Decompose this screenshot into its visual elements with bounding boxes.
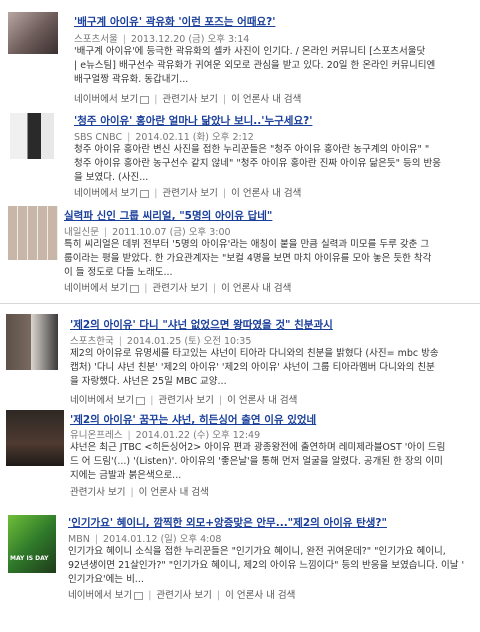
snippet-line: 을 보였다. (사진...	[74, 172, 149, 183]
news-date: 2013.12.20 (금) 오후 3:14	[130, 34, 250, 45]
related-articles-link[interactable]: 관련기사 보기	[152, 283, 207, 294]
album-cover-label: MAY IS DAY	[10, 555, 49, 562]
news-source: MBN	[68, 534, 90, 545]
news-links: 네이버에서 보기 | 관련기사 보기 | 이 언론사 내 검색	[70, 395, 298, 406]
news-snippet: '배구계 아이유'에 등극한 곽유화의 셀카 사진이 인기다. / 온라인 커뮤…	[74, 45, 435, 87]
news-snippet: 특히 씨리얼은 데뷔 전부터 '5명의 아이유'라는 애칭이 붙을 만큼 실력과…	[64, 238, 431, 280]
news-date: 2014.01.12 (일) 오후 4:08	[103, 534, 222, 545]
news-title-link[interactable]: '제2의 아이유' 꿈꾸는 샤넌, 히든싱어 출연 이유 있었네	[70, 412, 316, 427]
related-articles-link[interactable]: 관련기사 보기	[162, 188, 217, 199]
snippet-line: 지에는 금발과 붉은색으로...	[70, 470, 182, 481]
news-date: 2011.10.07 (금) 오후 3:00	[112, 227, 231, 238]
new-window-icon	[140, 189, 150, 198]
news-thumbnail[interactable]	[6, 314, 58, 370]
news-meta: 스포츠서울 | 2013.12.20 (금) 오후 3:14	[74, 34, 250, 45]
news-meta: 스포츠한국 | 2014.01.25 (토) 오전 10:35	[70, 336, 252, 347]
news-title-link[interactable]: '배구계 아이유' 곽유화 '이런 포즈는 어때요?'	[74, 14, 275, 29]
news-links: 네이버에서 보기 | 관련기사 보기 | 이 언론사 내 검색	[68, 590, 296, 601]
snippet-line: | e뉴스팀] 배구선수 곽유화가 귀여운 외모로 관심을 받고 있다. 20일…	[74, 60, 436, 71]
news-title-link[interactable]: '인기가요' 혜이니, 깜찍한 외모+앙증맞은 안무..."제2의 아이유 탄생…	[68, 515, 387, 530]
related-articles-link[interactable]: 관련기사 보기	[162, 94, 217, 105]
snippet-line: 캡처) '다니 샤넌 친분' '제2의 아이유' '제2의 아이유' 샤넌이 그…	[70, 362, 435, 373]
search-in-press-link[interactable]: 이 언론사 내 검색	[225, 590, 295, 601]
news-date: 2014.01.25 (토) 오전 10:35	[126, 336, 252, 347]
news-snippet: 샤넌은 최근 JTBC <히든싱어2> 아이유 편과 광종왕전에 출연하며 레미…	[70, 441, 445, 483]
snippet-line: 이 들 정도로 다들 노래도...	[64, 267, 173, 278]
news-snippet: 청주 아이유 홍아란 변신 사진을 접한 누리꾼들은 "청주 아이유 홍아란 농…	[74, 143, 441, 185]
search-in-press-link[interactable]: 이 언론사 내 검색	[231, 94, 301, 105]
new-window-icon	[130, 284, 140, 293]
snippet-line: 제2의 아이유로 유명세를 타고있는 샤넌이 티아라 다니와의 친분을 밝혔다 …	[70, 348, 439, 359]
view-on-naver-link[interactable]: 네이버에서 보기	[70, 395, 134, 406]
news-thumbnail[interactable]	[8, 206, 58, 260]
snippet-line: 배구얼짱 곽유화. 동갑내기...	[74, 74, 189, 85]
news-thumbnail[interactable]	[6, 410, 64, 466]
news-snippet: 인기가요 혜이니 소식을 접한 누리꾼들은 "인기가요 혜이니, 완전 귀여운데…	[68, 545, 464, 587]
view-on-naver-link[interactable]: 네이버에서 보기	[74, 188, 138, 199]
news-links: 네이버에서 보기 | 관련기사 보기 | 이 언론사 내 검색	[64, 283, 292, 294]
snippet-line: 샤넌은 최근 JTBC <히든싱어2> 아이유 편과 광종왕전에 출연하며 레미…	[70, 442, 446, 453]
snippet-line: 을 자랑했다. 샤넌은 25일 MBC 교양...	[70, 376, 227, 387]
news-title-link[interactable]: '청주 아이유' 홍아란 얼마나 닮았나 보니..'누구세요?'	[74, 113, 312, 128]
news-source: SBS CNBC	[74, 132, 123, 143]
news-thumbnail[interactable]	[10, 113, 54, 159]
divider	[0, 303, 480, 304]
news-links: 네이버에서 보기 | 관련기사 보기 | 이 언론사 내 검색	[74, 188, 302, 199]
news-source: 스포츠서울	[74, 34, 118, 45]
snippet-line: 인기가요'에는 비...	[68, 574, 144, 585]
news-snippet: 제2의 아이유로 유명세를 타고있는 샤넌이 티아라 다니와의 친분을 밝혔다 …	[70, 347, 439, 389]
related-articles-link[interactable]: 관련기사 보기	[158, 395, 213, 406]
snippet-line: '배구계 아이유'에 등극한 곽유화의 셀카 사진이 인기다. / 온라인 커뮤…	[74, 46, 426, 57]
new-window-icon	[136, 396, 146, 405]
news-source: 내일신문	[64, 227, 99, 238]
view-on-naver-link[interactable]: 네이버에서 보기	[64, 283, 128, 294]
new-window-icon	[134, 591, 144, 600]
search-in-press-link[interactable]: 이 언론사 내 검색	[231, 188, 301, 199]
news-thumbnail[interactable]	[8, 12, 58, 54]
snippet-line: 룹이라는 평을 받았다. 한 가요관계자는 "보컬 4명을 보면 마치 아이유를…	[64, 253, 432, 264]
view-on-naver-link[interactable]: 네이버에서 보기	[68, 590, 132, 601]
news-source: 스포츠한국	[70, 336, 114, 347]
news-date: 2014.02.11 (화) 오후 2:12	[135, 132, 254, 143]
news-meta: 내일신문 | 2011.10.07 (금) 오후 3:00	[64, 227, 231, 238]
snippet-line: 청주 아이유 홍아란 농구선수 같지 않네" "청주 아이유 홍아란 진짜 아이…	[74, 158, 442, 169]
news-title-link[interactable]: 실력파 신인 그룹 씨리얼, "5명의 아이유 답네"	[64, 208, 272, 223]
search-in-press-link[interactable]: 이 언론사 내 검색	[139, 487, 209, 498]
news-meta: MBN | 2014.01.12 (일) 오후 4:08	[68, 534, 222, 545]
snippet-line: 특히 씨리얼은 데뷔 전부터 '5명의 아이유'라는 애칭이 붙을 만큼 실력과…	[64, 239, 430, 250]
view-on-naver-link[interactable]: 네이버에서 보기	[74, 94, 138, 105]
search-in-press-link[interactable]: 이 언론사 내 검색	[227, 395, 297, 406]
news-meta: SBS CNBC | 2014.02.11 (화) 오후 2:12	[74, 132, 254, 143]
news-links: 관련기사 보기 | 이 언론사 내 검색	[70, 487, 209, 498]
search-in-press-link[interactable]: 이 언론사 내 검색	[221, 283, 291, 294]
news-links: 네이버에서 보기 | 관련기사 보기 | 이 언론사 내 검색	[74, 94, 302, 105]
news-title-link[interactable]: '제2의 아이유' 다니 "샤넌 없었으면 왕따였을 것" 친분과시	[70, 317, 333, 332]
news-thumbnail[interactable]: MAY IS DAY	[8, 515, 56, 573]
related-articles-link[interactable]: 관련기사 보기	[70, 487, 125, 498]
news-meta: 유니온프레스 | 2014.01.22 (수) 오후 12:49	[70, 430, 261, 441]
news-source: 유니온프레스	[70, 430, 123, 441]
snippet-line: 드 어 드림'(...) '(Listen)'. 아이유의 '좋은날'을 통해 …	[70, 456, 443, 467]
new-window-icon	[140, 95, 150, 104]
news-date: 2014.01.22 (수) 오후 12:49	[135, 430, 261, 441]
snippet-line: 청주 아이유 홍아란 변신 사진을 접한 누리꾼들은 "청주 아이유 홍아란 농…	[74, 144, 430, 155]
snippet-line: 92년생이면 21살인가?" "인기가요 혜이니, 제2의 아이유 느낌이다" …	[68, 560, 465, 571]
related-articles-link[interactable]: 관련기사 보기	[156, 590, 211, 601]
snippet-line: 인기가요 혜이니 소식을 접한 누리꾼들은 "인기가요 혜이니, 완전 귀여운데…	[68, 546, 446, 557]
